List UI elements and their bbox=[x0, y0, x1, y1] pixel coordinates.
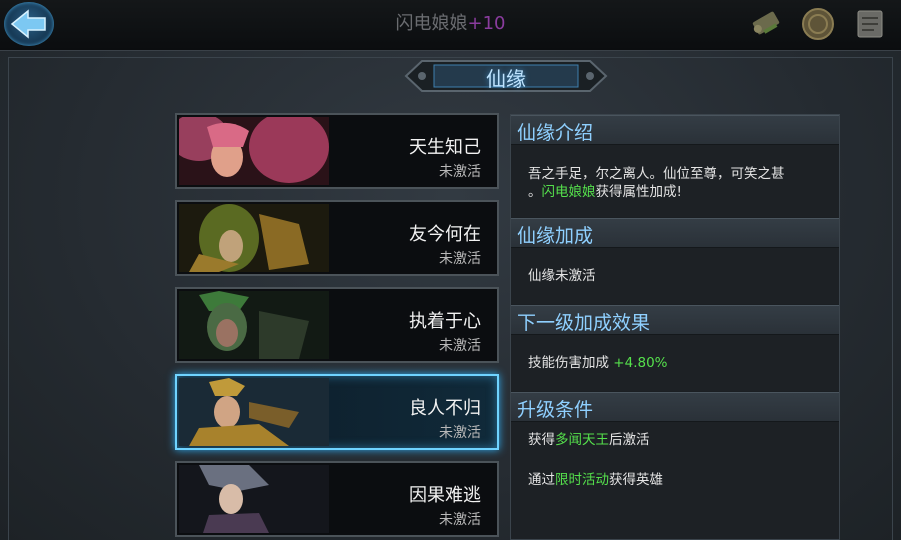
upgrade-body: 获得多闻天王后激活 通过限时活动获得英雄 bbox=[511, 422, 839, 539]
hero-name: 闪电娘娘 bbox=[395, 13, 468, 34]
bonus-header: 仙缘加成 bbox=[511, 218, 839, 248]
upgrade-condition-1: 获得多闻天王后激活 bbox=[528, 432, 650, 448]
fate-item-4[interactable]: 良人不归 未激活 bbox=[175, 374, 499, 450]
next-level-header: 下一级加成效果 bbox=[511, 305, 839, 335]
intro-line-2: 。闪电娘娘获得属性加成! bbox=[528, 184, 682, 200]
fate-status: 未激活 bbox=[439, 251, 481, 267]
next-level-value: +4.80% bbox=[613, 355, 668, 371]
bonus-body: 仙缘未激活 bbox=[511, 248, 839, 304]
upgrade-header: 升级条件 bbox=[511, 392, 839, 422]
fate-status: 未激活 bbox=[439, 512, 481, 528]
intro-title: 仙缘介绍 bbox=[517, 122, 594, 144]
fate-name: 友今何在 bbox=[409, 224, 481, 245]
upgrade-condition-2: 通过限时活动获得英雄 bbox=[528, 472, 663, 488]
hero-portrait bbox=[179, 117, 329, 185]
event-link[interactable]: 限时活动 bbox=[555, 472, 609, 488]
fate-item-5[interactable]: 因果难逃 未激活 bbox=[175, 461, 499, 537]
fate-status: 未激活 bbox=[439, 164, 481, 180]
next-level-body: 技能伤害加成 +4.80% bbox=[511, 335, 839, 391]
fate-status: 未激活 bbox=[439, 338, 481, 354]
intro-body: 吾之手足，尔之离人。仙位至尊，可笑之甚 。闪电娘娘获得属性加成! bbox=[511, 145, 839, 217]
intro-line-1: 吾之手足，尔之离人。仙位至尊，可笑之甚 bbox=[528, 166, 785, 182]
next-level-line: 技能伤害加成 +4.80% bbox=[528, 355, 668, 371]
fate-item-3[interactable]: 执着于心 未激活 bbox=[175, 287, 499, 363]
required-hero: 多闻天王 bbox=[555, 432, 609, 448]
fate-info-panel: 仙缘介绍 吾之手足，尔之离人。仙位至尊，可笑之甚 。闪电娘娘获得属性加成! 仙缘… bbox=[510, 114, 840, 540]
hero-highlight: 闪电娘娘 bbox=[541, 184, 596, 200]
next-level-title: 下一级加成效果 bbox=[517, 312, 651, 334]
fate-name: 执着于心 bbox=[409, 311, 481, 332]
fate-name: 因果难逃 bbox=[409, 485, 481, 506]
bonus-text: 仙缘未激活 bbox=[528, 268, 596, 284]
document-icon[interactable] bbox=[852, 6, 888, 42]
upgrade-title: 升级条件 bbox=[517, 399, 594, 421]
hero-level: +10 bbox=[467, 13, 506, 34]
hero-portrait bbox=[179, 378, 329, 446]
fate-item-2[interactable]: 友今何在 未激活 bbox=[175, 200, 499, 276]
fate-name: 天生知己 bbox=[409, 137, 481, 158]
panel-title: 仙缘 bbox=[486, 67, 526, 91]
hero-portrait bbox=[179, 291, 329, 359]
fate-status: 未激活 bbox=[439, 425, 481, 441]
scroll-icon[interactable] bbox=[748, 6, 784, 42]
fate-item-1[interactable]: 天生知己 未激活 bbox=[175, 113, 499, 189]
hero-portrait bbox=[179, 204, 329, 272]
fate-name: 良人不归 bbox=[409, 398, 481, 419]
bonus-title: 仙缘加成 bbox=[517, 225, 594, 247]
panel-title-plaque: 仙缘 bbox=[404, 55, 608, 97]
coin-icon[interactable] bbox=[800, 6, 836, 42]
top-bar: 闪电娘娘+10 bbox=[0, 0, 901, 51]
hero-portrait bbox=[179, 465, 329, 533]
intro-header: 仙缘介绍 bbox=[511, 115, 839, 145]
